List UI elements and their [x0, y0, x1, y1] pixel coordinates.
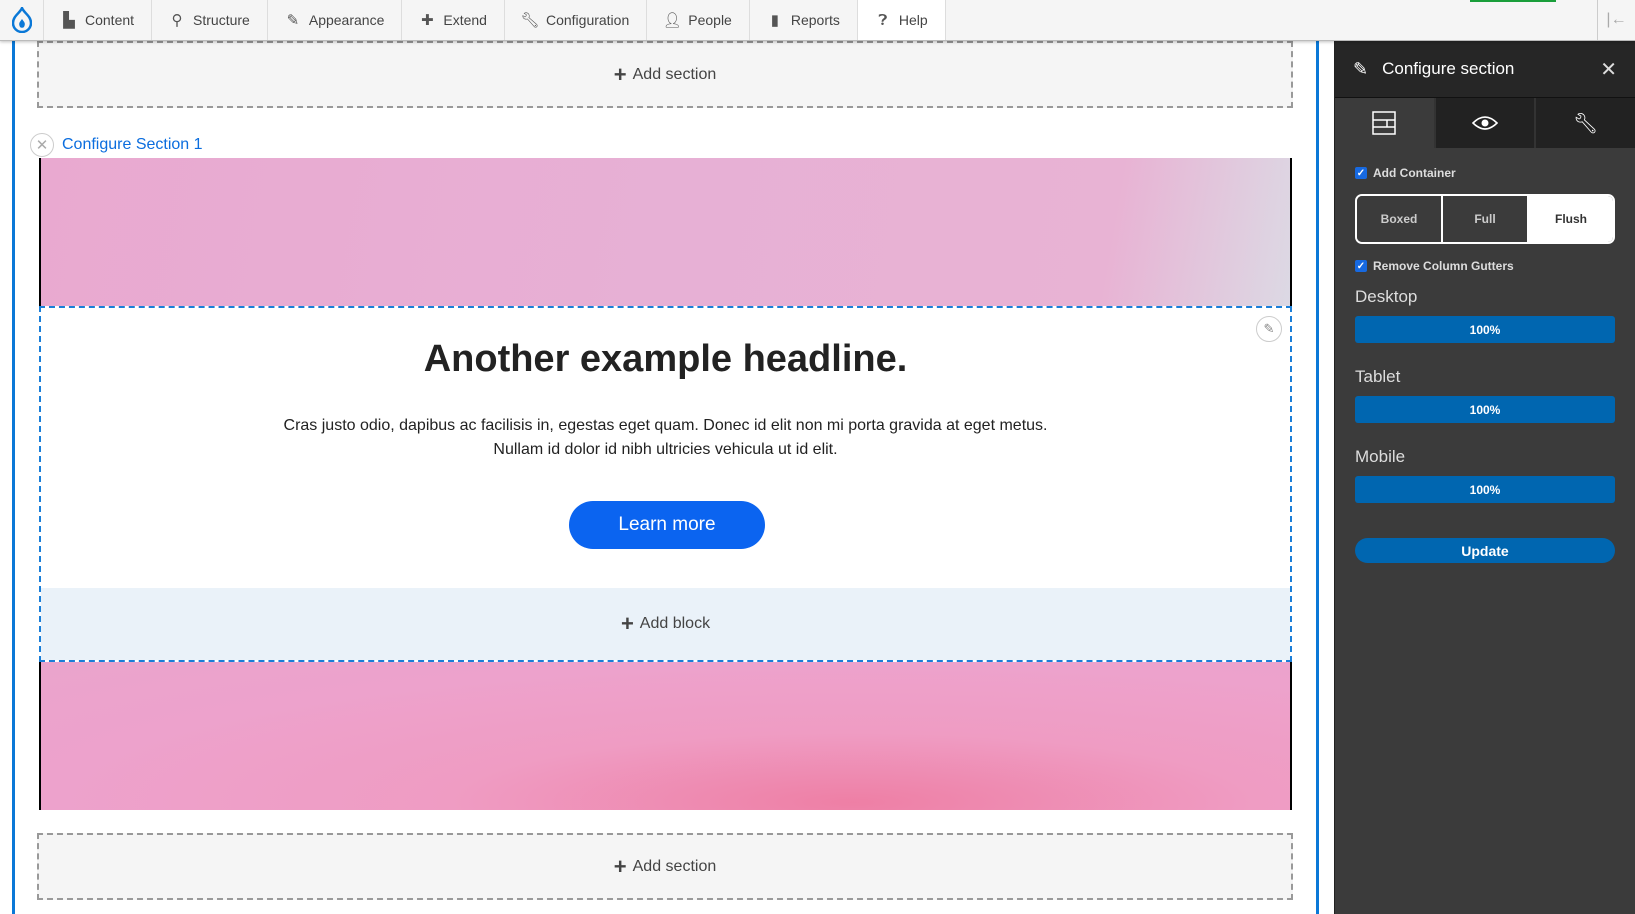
progress-indicator — [1470, 0, 1556, 2]
panel-title: Configure section — [1382, 59, 1515, 78]
close-icon[interactable]: ✕ — [1600, 57, 1617, 82]
layout-builder-border-right — [1316, 41, 1319, 914]
panel-header: ✎ Configure section ✕ — [1335, 41, 1635, 98]
section-background-image-bottom — [39, 662, 1292, 810]
container-type-toggle: Boxed Full Flush — [1355, 194, 1615, 244]
toolbar-label: Reports — [790, 12, 840, 28]
learn-more-button[interactable]: Learn more — [569, 501, 765, 549]
toolbar-label: People — [688, 12, 732, 28]
tablet-label: Tablet — [1355, 367, 1401, 386]
add-block-label: Add block — [639, 615, 711, 632]
toolbar-label: Configuration — [545, 12, 630, 28]
help-icon: ❓︎ — [878, 11, 888, 29]
toolbar-reports[interactable]: ▮ Reports — [750, 0, 858, 40]
configure-section-link[interactable]: ✕ Configure Section 1 — [30, 133, 203, 157]
toolbar-label: Help — [898, 12, 928, 28]
eye-icon — [1472, 116, 1498, 130]
section-background-image-top — [39, 158, 1292, 307]
tab-settings[interactable]: 🔧︎ — [1534, 98, 1635, 148]
block-paragraph: Cras justo odio, dapibus ac facilisis in… — [41, 414, 1290, 462]
toolbar-label: Content — [85, 12, 135, 28]
tab-visibility[interactable] — [1433, 98, 1535, 148]
add-section-label: Add section — [632, 857, 717, 875]
wrench-icon: 🔧︎ — [520, 12, 540, 29]
add-section-top-button[interactable]: + Add section — [37, 41, 1293, 108]
block-headline: Another example headline. — [423, 338, 908, 380]
paragraph-line: Nullam id dolor id nibh ultricies vehicu… — [493, 441, 838, 458]
toolbar-orientation-toggle-icon[interactable]: |← — [1597, 0, 1635, 40]
add-section-label: Add section — [632, 65, 717, 83]
paragraph-line: Cras justo odio, dapibus ac facilisis in… — [283, 417, 1048, 434]
option-boxed[interactable]: Boxed — [1357, 196, 1443, 242]
toolbar-label: Extend — [443, 12, 487, 28]
people-icon: 👤︎ — [662, 12, 682, 29]
configure-section-label[interactable]: Configure Section 1 — [62, 136, 203, 154]
tab-layout[interactable] — [1335, 98, 1434, 148]
checkbox-label: Add Container — [1373, 166, 1456, 180]
toolbar-label: Appearance — [308, 12, 385, 28]
bar-chart-icon: ▮ — [770, 12, 779, 29]
pencil-icon: ✎ — [1353, 58, 1369, 79]
admin-toolbar: ▙ Content ⚲ Structure ✎ Appearance ✚ Extend … — [0, 0, 1635, 41]
checkbox-checked-icon[interactable]: ✓ — [1355, 167, 1367, 179]
add-section-bottom-button[interactable]: + Add section — [37, 833, 1293, 900]
option-full[interactable]: Full — [1443, 196, 1529, 242]
section-region: ✎ Another example headline. Cras justo o… — [39, 306, 1292, 662]
update-button[interactable]: Update — [1355, 538, 1615, 563]
desktop-label: Desktop — [1355, 287, 1418, 306]
plus-icon: + — [613, 853, 627, 879]
toolbar-help[interactable]: ❓︎ Help — [857, 0, 946, 40]
configure-section-panel: ✎ Configure section ✕ 🔧︎ ✓ Add Container … — [1334, 41, 1635, 914]
toolbar-label: Structure — [193, 12, 250, 28]
toolbar-structure[interactable]: ⚲ Structure — [152, 0, 268, 40]
plus-icon: + — [613, 61, 627, 87]
add-container-checkbox[interactable]: ✓ Add Container — [1355, 166, 1615, 180]
toolbar-configuration[interactable]: 🔧︎ Configuration — [505, 0, 648, 40]
toolbar-content[interactable]: ▙ Content — [44, 0, 153, 40]
drupal-logo-icon[interactable] — [0, 0, 44, 40]
mobile-width-select[interactable]: 100% — [1355, 476, 1615, 503]
file-icon: ▙ — [63, 12, 75, 29]
wrench-icon: 🔧︎ — [1572, 112, 1599, 135]
remove-gutters-checkbox[interactable]: ✓ Remove Column Gutters — [1355, 259, 1615, 273]
desktop-width-select[interactable]: 100% — [1355, 316, 1615, 343]
sitemap-icon: ⚲ — [171, 12, 183, 29]
layout-builder-border-left — [12, 41, 15, 914]
mobile-label: Mobile — [1355, 447, 1406, 466]
toolbar-extend[interactable]: ✚ Extend — [402, 0, 505, 40]
panel-tabs: 🔧︎ — [1335, 98, 1635, 148]
toolbar-people[interactable]: 👤︎ People — [647, 0, 750, 40]
checkbox-label: Remove Column Gutters — [1373, 259, 1514, 273]
option-flush[interactable]: Flush — [1529, 196, 1613, 242]
brush-icon: ✎ — [286, 12, 300, 29]
plus-icon: + — [620, 611, 634, 636]
remove-section-icon[interactable]: ✕ — [30, 133, 54, 157]
toolbar-appearance[interactable]: ✎ Appearance — [268, 0, 403, 40]
puzzle-icon: ✚ — [421, 12, 434, 29]
layout-grid-icon — [1372, 111, 1397, 135]
tablet-width-select[interactable]: 100% — [1355, 396, 1615, 423]
checkbox-checked-icon[interactable]: ✓ — [1355, 260, 1367, 272]
add-block-button[interactable]: + Add block — [41, 588, 1290, 660]
